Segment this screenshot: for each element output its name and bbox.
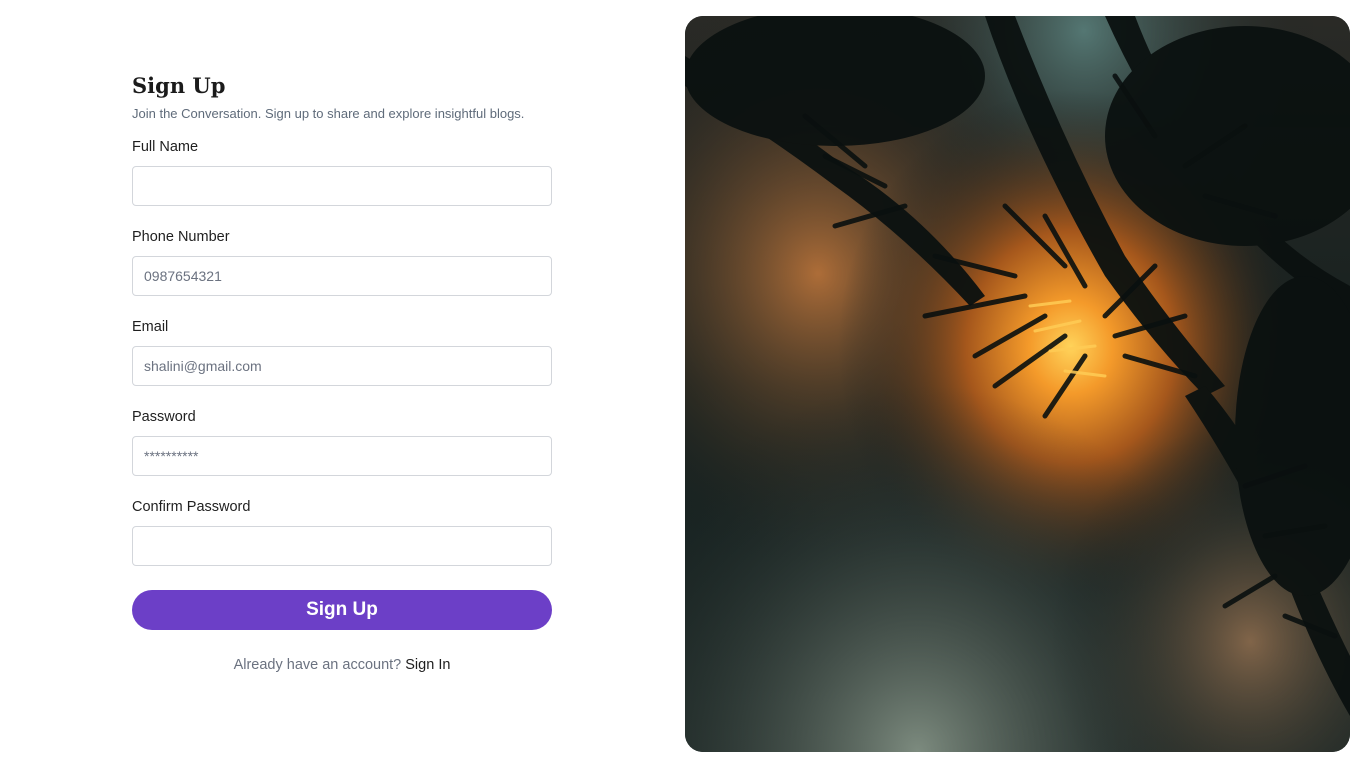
- confirm-password-field: Confirm Password: [132, 496, 552, 566]
- email-label: Email: [132, 319, 169, 335]
- sign-up-button[interactable]: Sign Up: [132, 590, 552, 630]
- page-subtitle: Join the Conversation. Sign up to share …: [132, 106, 525, 121]
- page-title: Sign Up: [132, 73, 226, 98]
- full-name-label: Full Name: [132, 139, 199, 155]
- pine-sunset-image: [685, 16, 1350, 752]
- confirm-password-input[interactable]: [132, 526, 552, 566]
- password-label: Password: [132, 409, 196, 425]
- signin-prompt-text: Already have an account?: [233, 657, 402, 673]
- password-field: Password: [132, 406, 552, 476]
- signup-page: Sign Up Join the Conversation. Sign up t…: [0, 0, 1366, 768]
- email-input[interactable]: [132, 346, 552, 386]
- email-field: Email: [132, 316, 552, 386]
- signup-form: Sign Up Join the Conversation. Sign up t…: [132, 70, 552, 676]
- password-input[interactable]: [132, 436, 552, 476]
- full-name-input[interactable]: [132, 166, 552, 206]
- phone-number-label: Phone Number: [132, 229, 230, 245]
- signin-prompt-row: Already have an account? Sign In: [132, 654, 552, 676]
- phone-number-input[interactable]: [132, 256, 552, 296]
- hero-photo: [685, 16, 1350, 752]
- full-name-field: Full Name: [132, 136, 552, 206]
- phone-number-field: Phone Number: [132, 226, 552, 296]
- sign-in-link[interactable]: Sign In: [405, 657, 450, 673]
- confirm-password-label: Confirm Password: [132, 499, 251, 515]
